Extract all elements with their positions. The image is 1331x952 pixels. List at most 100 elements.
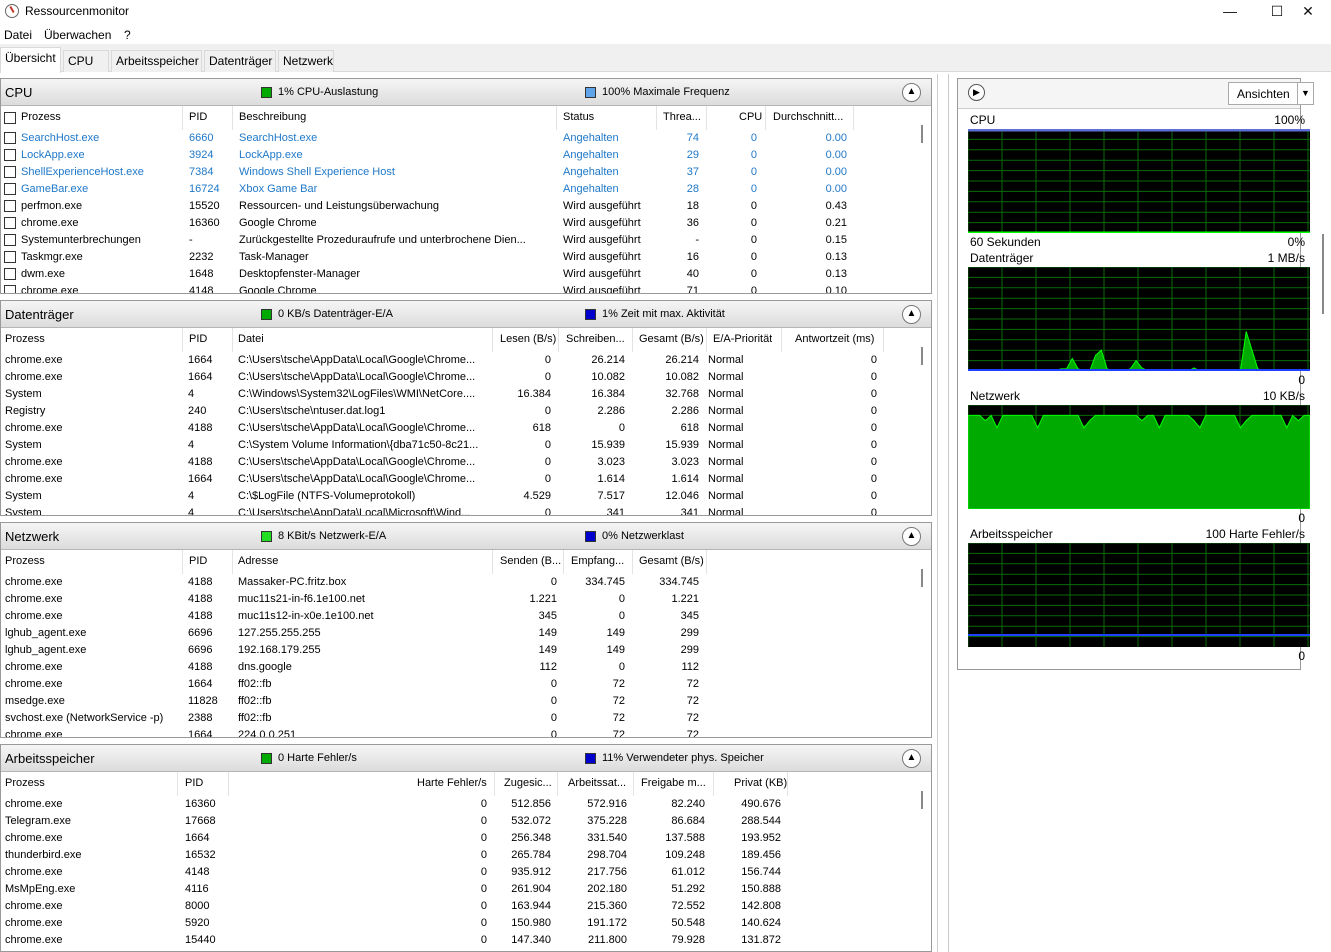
- menu-ueberwachen[interactable]: Überwachen: [44, 28, 111, 42]
- row-checkbox[interactable]: [4, 285, 16, 293]
- table-row[interactable]: chrome.exe 1664 224.0.0.251 0 72 72: [1, 727, 931, 737]
- collapse-icon[interactable]: ▲: [902, 527, 921, 546]
- table-row[interactable]: Registry 240 C:\Users\tsche\ntuser.dat.log…: [1, 403, 931, 420]
- col-freigabe[interactable]: Freigabe m...: [641, 777, 706, 789]
- table-row[interactable]: System 4 C:\Users\tsche\AppData\Local\Micr…: [1, 505, 931, 515]
- minimize-button[interactable]: —: [1207, 0, 1253, 22]
- table-row[interactable]: MsMpEng.exe 4116 0 261.904 202.180 51.292 150.…: [1, 881, 931, 898]
- col-threads[interactable]: Threa...: [663, 111, 701, 123]
- tab-datentraeger[interactable]: Datenträger: [204, 50, 276, 72]
- table-row[interactable]: thunderbird.exe 16532 0 265.784 298.704 109.2…: [1, 847, 931, 864]
- table-row[interactable]: Taskmgr.exe 2232 Task-Manager Wird ausgefüh…: [1, 249, 931, 266]
- scroll-thumb[interactable]: [921, 569, 923, 587]
- table-row[interactable]: chrome.exe 8000 0 163.944 215.360 72.552 142.8…: [1, 898, 931, 915]
- table-row[interactable]: lghub_agent.exe 6696 192.168.179.255 149 149…: [1, 642, 931, 659]
- row-checkbox[interactable]: [4, 234, 16, 246]
- scroll-thumb[interactable]: [921, 791, 923, 809]
- col-empfangen[interactable]: Empfang...: [571, 555, 624, 567]
- table-row[interactable]: chrome.exe 4188 muc11s21-in-f6.1e100.net 1.…: [1, 591, 931, 608]
- row-checkbox[interactable]: [4, 251, 16, 263]
- panel-splitter[interactable]: [937, 74, 949, 952]
- col-ea-prioritaet[interactable]: E/A-Priorität: [713, 333, 772, 345]
- right-scrollbar[interactable]: [1315, 74, 1331, 952]
- col-prozess[interactable]: Prozess: [5, 333, 45, 345]
- col-datei[interactable]: Datei: [238, 333, 264, 345]
- col-cpu[interactable]: CPU: [739, 111, 762, 123]
- table-row[interactable]: System 4 C:\System Volume Information\{dba…: [1, 437, 931, 454]
- table-row[interactable]: GameBar.exe 16724 Xbox Game Bar Angehalten 2…: [1, 181, 931, 198]
- table-row[interactable]: SearchHost.exe 6660 SearchHost.exe Angehalt…: [1, 130, 931, 147]
- col-adresse[interactable]: Adresse: [238, 555, 278, 567]
- table-row[interactable]: chrome.exe 4188 Massaker-PC.fritz.box 0 334.…: [1, 574, 931, 591]
- row-checkbox[interactable]: [4, 200, 16, 212]
- chevron-down-icon[interactable]: ▼: [1297, 83, 1313, 104]
- table-row[interactable]: chrome.exe 4188 C:\Users\tsche\AppData\Loc…: [1, 454, 931, 471]
- col-pid[interactable]: PID: [189, 111, 207, 123]
- scroll-thumb[interactable]: [921, 125, 923, 143]
- scroll-thumb[interactable]: [921, 347, 923, 365]
- select-all-checkbox[interactable]: [4, 112, 16, 124]
- tab-uebersicht[interactable]: Übersicht: [0, 47, 61, 73]
- table-row[interactable]: System 4 C:\Windows\System32\LogFiles\WMI\…: [1, 386, 931, 403]
- table-row[interactable]: chrome.exe 16360 Google Chrome Wird ausgefü…: [1, 215, 931, 232]
- expand-icon[interactable]: ▶: [968, 84, 985, 101]
- table-row[interactable]: LockApp.exe 3924 LockApp.exe Angehalten 29 0 0…: [1, 147, 931, 164]
- col-durchschnitt[interactable]: Durchschnitt...: [773, 111, 843, 123]
- col-schreiben[interactable]: Schreiben...: [566, 333, 625, 345]
- memory-section-header[interactable]: Arbeitsspeicher 0 Harte Fehler/s 11% Ver…: [1, 745, 931, 772]
- col-senden[interactable]: Senden (B...: [500, 555, 561, 567]
- collapse-icon[interactable]: ▲: [902, 83, 921, 102]
- table-row[interactable]: chrome.exe 4188 muc11s12-in-x0e.1e100.net 3…: [1, 608, 931, 625]
- views-dropdown[interactable]: Ansichten ▼: [1228, 82, 1314, 105]
- cpu-section-header[interactable]: CPU 1% CPU-Auslastung 100% Maximale Freq…: [1, 79, 931, 106]
- table-row[interactable]: System 4 C:\$LogFile (NTFS-Volumeprotokoll…: [1, 488, 931, 505]
- col-antwortzeit[interactable]: Antwortzeit (ms): [795, 333, 874, 345]
- table-row[interactable]: chrome.exe 16360 0 512.856 572.916 82.240 490.…: [1, 796, 931, 813]
- table-row[interactable]: svchost.exe (NetworkService -p) 2388 ff02:…: [1, 710, 931, 727]
- table-row[interactable]: chrome.exe 15440 0 147.340 211.800 79.928 131.…: [1, 932, 931, 949]
- table-row[interactable]: dwm.exe 1648 Desktopfenster-Manager Wird au…: [1, 266, 931, 283]
- col-beschreibung[interactable]: Beschreibung: [239, 111, 306, 123]
- menu-datei[interactable]: Datei: [4, 28, 32, 42]
- network-section-header[interactable]: Netzwerk 8 KBit/s Netzwerk-E/A 0% Netzwe…: [1, 523, 931, 550]
- table-row[interactable]: chrome.exe 4148 Google Chrome Wird ausgefüh…: [1, 283, 931, 293]
- table-row[interactable]: perfmon.exe 15520 Ressourcen- und Leistung…: [1, 198, 931, 215]
- col-status[interactable]: Status: [563, 111, 594, 123]
- col-pid[interactable]: PID: [185, 777, 203, 789]
- row-checkbox[interactable]: [4, 166, 16, 178]
- collapse-icon[interactable]: ▲: [902, 749, 921, 768]
- row-checkbox[interactable]: [4, 268, 16, 280]
- table-row[interactable]: chrome.exe 4188 dns.google 112 0 112: [1, 659, 931, 676]
- col-privat[interactable]: Privat (KB): [734, 777, 787, 789]
- disk-section-header[interactable]: Datenträger 0 KB/s Datenträger-E/A 1% Ze…: [1, 301, 931, 328]
- table-row[interactable]: chrome.exe 1664 ff02::fb 0 72 72: [1, 676, 931, 693]
- table-row[interactable]: chrome.exe 4188 C:\Users\tsche\AppData\Loc…: [1, 420, 931, 437]
- col-prozess[interactable]: Prozess: [21, 111, 61, 123]
- tab-netzwerk[interactable]: Netzwerk: [278, 50, 334, 72]
- col-zugesichert[interactable]: Zugesic...: [504, 777, 552, 789]
- col-gesamt[interactable]: Gesamt (B/s): [639, 555, 704, 567]
- table-row[interactable]: Telegram.exe 17668 0 532.072 375.228 86.684 28…: [1, 813, 931, 830]
- table-row[interactable]: chrome.exe 1664 0 256.348 331.540 137.588 193.…: [1, 830, 931, 847]
- col-gesamt[interactable]: Gesamt (B/s): [639, 333, 704, 345]
- scroll-thumb[interactable]: [1322, 234, 1324, 314]
- col-harte-fehler[interactable]: Harte Fehler/s: [417, 777, 487, 789]
- row-checkbox[interactable]: [4, 132, 16, 144]
- collapse-icon[interactable]: ▲: [902, 305, 921, 324]
- row-checkbox[interactable]: [4, 149, 16, 161]
- table-row[interactable]: chrome.exe 1664 C:\Users\tsche\AppData\Loc…: [1, 369, 931, 386]
- col-prozess[interactable]: Prozess: [5, 555, 45, 567]
- row-checkbox[interactable]: [4, 217, 16, 229]
- table-row[interactable]: chrome.exe 5920 0 150.980 191.172 50.548 140.6…: [1, 915, 931, 932]
- table-row[interactable]: Systemunterbrechungen - Zurückgestellte Pr…: [1, 232, 931, 249]
- table-row[interactable]: chrome.exe 4148 0 935.912 217.756 61.012 156.7…: [1, 864, 931, 881]
- menu-help[interactable]: ?: [124, 28, 131, 42]
- tab-arbeitsspeicher[interactable]: Arbeitsspeicher: [111, 50, 202, 72]
- table-row[interactable]: lghub_agent.exe 6696 127.255.255.255 149 149…: [1, 625, 931, 642]
- tab-cpu[interactable]: CPU: [63, 50, 109, 72]
- disk-scrollbar[interactable]: [915, 329, 931, 515]
- row-checkbox[interactable]: [4, 183, 16, 195]
- col-pid[interactable]: PID: [189, 555, 207, 567]
- memory-scrollbar[interactable]: [915, 773, 931, 951]
- close-button[interactable]: ✕: [1285, 0, 1331, 22]
